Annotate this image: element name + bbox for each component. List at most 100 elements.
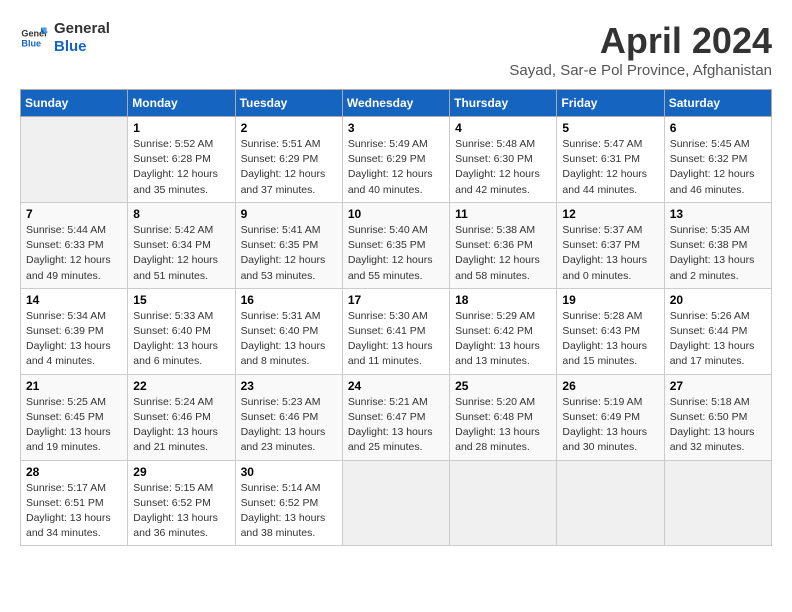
day-info: Sunrise: 5:25 AM Sunset: 6:45 PM Dayligh… [26,395,122,456]
day-number: 17 [348,293,444,307]
calendar-cell [557,460,664,546]
header-day-tuesday: Tuesday [235,90,342,117]
day-number: 11 [455,207,551,221]
calendar-week-2: 7 Sunrise: 5:44 AM Sunset: 6:33 PM Daylig… [21,202,772,288]
calendar-cell: 10 Sunrise: 5:40 AM Sunset: 6:35 PM Dayli… [342,202,449,288]
calendar-cell: 18 Sunrise: 5:29 AM Sunset: 6:42 PM Dayli… [450,288,557,374]
calendar-cell: 28 Sunrise: 5:17 AM Sunset: 6:51 PM Dayli… [21,460,128,546]
day-number: 4 [455,121,551,135]
day-number: 29 [133,465,229,479]
day-number: 26 [562,379,658,393]
calendar-cell [450,460,557,546]
day-info: Sunrise: 5:15 AM Sunset: 6:52 PM Dayligh… [133,481,229,542]
day-info: Sunrise: 5:45 AM Sunset: 6:32 PM Dayligh… [670,137,766,198]
day-number: 10 [348,207,444,221]
header-day-saturday: Saturday [664,90,771,117]
day-number: 24 [348,379,444,393]
day-number: 3 [348,121,444,135]
header-day-friday: Friday [557,90,664,117]
day-info: Sunrise: 5:47 AM Sunset: 6:31 PM Dayligh… [562,137,658,198]
calendar-cell: 6 Sunrise: 5:45 AM Sunset: 6:32 PM Daylig… [664,117,771,203]
calendar-cell: 29 Sunrise: 5:15 AM Sunset: 6:52 PM Dayli… [128,460,235,546]
calendar-cell: 13 Sunrise: 5:35 AM Sunset: 6:38 PM Dayli… [664,202,771,288]
page-header: General Blue General Blue April 2024 Say… [20,20,772,79]
day-number: 30 [241,465,337,479]
calendar-cell: 25 Sunrise: 5:20 AM Sunset: 6:48 PM Dayli… [450,374,557,460]
day-info: Sunrise: 5:38 AM Sunset: 6:36 PM Dayligh… [455,223,551,284]
calendar-subtitle: Sayad, Sar-e Pol Province, Afghanistan [509,62,772,79]
calendar-week-1: 1 Sunrise: 5:52 AM Sunset: 6:28 PM Daylig… [21,117,772,203]
calendar-title: April 2024 [509,20,772,62]
day-info: Sunrise: 5:31 AM Sunset: 6:40 PM Dayligh… [241,309,337,370]
day-info: Sunrise: 5:48 AM Sunset: 6:30 PM Dayligh… [455,137,551,198]
day-number: 28 [26,465,122,479]
day-info: Sunrise: 5:28 AM Sunset: 6:43 PM Dayligh… [562,309,658,370]
day-info: Sunrise: 5:21 AM Sunset: 6:47 PM Dayligh… [348,395,444,456]
calendar-cell: 8 Sunrise: 5:42 AM Sunset: 6:34 PM Daylig… [128,202,235,288]
day-info: Sunrise: 5:20 AM Sunset: 6:48 PM Dayligh… [455,395,551,456]
day-info: Sunrise: 5:24 AM Sunset: 6:46 PM Dayligh… [133,395,229,456]
calendar-cell: 15Sunrise: 5:33 AM Sunset: 6:40 PM Dayli… [128,288,235,374]
day-info: Sunrise: 5:18 AM Sunset: 6:50 PM Dayligh… [670,395,766,456]
day-number: 5 [562,121,658,135]
day-number: 8 [133,207,229,221]
calendar-week-3: 14Sunrise: 5:34 AM Sunset: 6:39 PM Dayli… [21,288,772,374]
calendar-cell: 12Sunrise: 5:37 AM Sunset: 6:37 PM Dayli… [557,202,664,288]
calendar-cell: 19 Sunrise: 5:28 AM Sunset: 6:43 PM Dayli… [557,288,664,374]
day-number: 2 [241,121,337,135]
logo-line1: General [54,20,110,38]
day-info: Sunrise: 5:14 AM Sunset: 6:52 PM Dayligh… [241,481,337,542]
calendar-cell: 4 Sunrise: 5:48 AM Sunset: 6:30 PM Daylig… [450,117,557,203]
day-info: Sunrise: 5:30 AM Sunset: 6:41 PM Dayligh… [348,309,444,370]
calendar-cell: 17 Sunrise: 5:30 AM Sunset: 6:41 PM Dayli… [342,288,449,374]
title-block: April 2024 Sayad, Sar-e Pol Province, Af… [509,20,772,79]
logo-line2: Blue [54,38,110,56]
calendar-cell: 1 Sunrise: 5:52 AM Sunset: 6:28 PM Daylig… [128,117,235,203]
day-number: 22 [133,379,229,393]
day-info: Sunrise: 5:35 AM Sunset: 6:38 PM Dayligh… [670,223,766,284]
day-number: 15 [133,293,229,307]
day-info: Sunrise: 5:17 AM Sunset: 6:51 PM Dayligh… [26,481,122,542]
day-number: 7 [26,207,122,221]
day-number: 1 [133,121,229,135]
calendar-cell: 30 Sunrise: 5:14 AM Sunset: 6:52 PM Dayli… [235,460,342,546]
day-number: 20 [670,293,766,307]
day-number: 25 [455,379,551,393]
day-info: Sunrise: 5:51 AM Sunset: 6:29 PM Dayligh… [241,137,337,198]
calendar-cell: 20 Sunrise: 5:26 AM Sunset: 6:44 PM Dayli… [664,288,771,374]
day-number: 18 [455,293,551,307]
day-number: 19 [562,293,658,307]
calendar-cell: 5 Sunrise: 5:47 AM Sunset: 6:31 PM Daylig… [557,117,664,203]
day-number: 6 [670,121,766,135]
calendar-cell: 9Sunrise: 5:41 AM Sunset: 6:35 PM Daylig… [235,202,342,288]
svg-text:Blue: Blue [21,38,41,48]
header-day-monday: Monday [128,90,235,117]
day-number: 14 [26,293,122,307]
calendar-cell: 2 Sunrise: 5:51 AM Sunset: 6:29 PM Daylig… [235,117,342,203]
day-info: Sunrise: 5:23 AM Sunset: 6:46 PM Dayligh… [241,395,337,456]
day-number: 12 [562,207,658,221]
day-number: 13 [670,207,766,221]
calendar-cell: 22 Sunrise: 5:24 AM Sunset: 6:46 PM Dayli… [128,374,235,460]
day-info: Sunrise: 5:40 AM Sunset: 6:35 PM Dayligh… [348,223,444,284]
calendar-week-5: 28 Sunrise: 5:17 AM Sunset: 6:51 PM Dayli… [21,460,772,546]
calendar-cell: 14Sunrise: 5:34 AM Sunset: 6:39 PM Dayli… [21,288,128,374]
calendar-table: SundayMondayTuesdayWednesdayThursdayFrid… [20,89,772,546]
day-info: Sunrise: 5:52 AM Sunset: 6:28 PM Dayligh… [133,137,229,198]
day-number: 9 [241,207,337,221]
day-info: Sunrise: 5:26 AM Sunset: 6:44 PM Dayligh… [670,309,766,370]
calendar-cell: 3Sunrise: 5:49 AM Sunset: 6:29 PM Daylig… [342,117,449,203]
day-info: Sunrise: 5:42 AM Sunset: 6:34 PM Dayligh… [133,223,229,284]
logo: General Blue General Blue [20,20,110,56]
calendar-body: 1 Sunrise: 5:52 AM Sunset: 6:28 PM Daylig… [21,117,772,546]
day-info: Sunrise: 5:44 AM Sunset: 6:33 PM Dayligh… [26,223,122,284]
day-number: 16 [241,293,337,307]
calendar-week-4: 21Sunrise: 5:25 AM Sunset: 6:45 PM Dayli… [21,374,772,460]
calendar-cell [21,117,128,203]
header-day-thursday: Thursday [450,90,557,117]
calendar-cell [664,460,771,546]
calendar-cell: 27Sunrise: 5:18 AM Sunset: 6:50 PM Dayli… [664,374,771,460]
day-info: Sunrise: 5:29 AM Sunset: 6:42 PM Dayligh… [455,309,551,370]
calendar-cell: 11 Sunrise: 5:38 AM Sunset: 6:36 PM Dayli… [450,202,557,288]
header-day-sunday: Sunday [21,90,128,117]
